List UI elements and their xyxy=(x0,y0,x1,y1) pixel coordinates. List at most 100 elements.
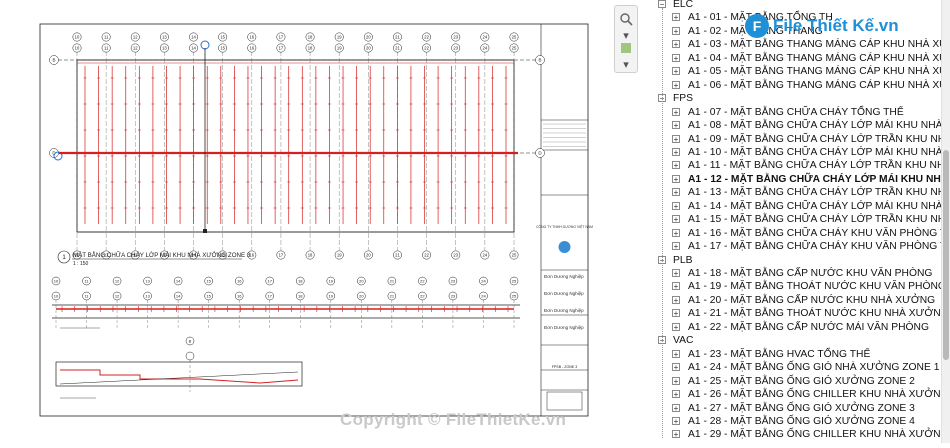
expand-icon[interactable]: + xyxy=(672,376,680,385)
tree-group[interactable]: − PLB xyxy=(648,254,941,267)
site-logo: F File Thiết Kế.vn xyxy=(745,14,915,40)
title-block-label: Đơn Dương Nghiệp xyxy=(544,325,584,330)
expand-icon[interactable]: + xyxy=(672,403,680,412)
expand-icon[interactable]: + xyxy=(672,40,680,49)
tree-item[interactable]: + A1 - 24 - MẶT BẰNG ỐNG GIÓ NHÀ XƯỞNG ZO… xyxy=(648,361,941,374)
drawing-canvas[interactable]: CÔNG TY TNHH DƯƠNG VIỆT NAM Đơn Dương Ngh… xyxy=(0,0,610,443)
tree-guide-line xyxy=(662,8,663,438)
grid-label: 19 xyxy=(337,46,342,51)
tree-label: A1 - 20 - MẶT BẰNG CẤP NƯỚC KHU NHÀ XƯỞN… xyxy=(688,294,936,306)
tree-item[interactable]: + A1 - 15 - MẶT BẰNG CHỮA CHÁY LỚP TRẦN K… xyxy=(648,213,941,226)
grid-label: 17 xyxy=(279,35,284,40)
chevron-down-icon[interactable]: ▾ xyxy=(618,57,634,73)
tree-item[interactable]: + A1 - 23 - MẶT BẰNG HVAC TỔNG THỂ xyxy=(648,348,941,361)
tree-item[interactable]: + A1 - 09 - MẶT BẰNG CHỮA CHÁY LỚP TRẦN K… xyxy=(648,133,941,146)
tree-item[interactable]: + A1 - 27 - MẶT BẰNG ỐNG GIÓ XƯỞNG ZONE 3 xyxy=(648,402,941,415)
tree-group[interactable]: − ELC xyxy=(648,0,941,11)
expand-icon[interactable]: + xyxy=(672,201,680,210)
expand-icon[interactable]: + xyxy=(672,416,680,425)
expand-icon[interactable]: + xyxy=(672,282,680,291)
tree-item[interactable]: + A1 - 06 - MẶT BẰNG THANG MÁNG CÁP KHU N… xyxy=(648,79,941,92)
tree-item[interactable]: + A1 - 12 - MẶT BẰNG CHỮA CHÁY LỚP MÁI KH… xyxy=(648,173,941,186)
grid-label: 17 xyxy=(268,279,273,284)
expand-icon[interactable]: + xyxy=(672,147,680,156)
tree-item[interactable]: + A1 - 11 - MẶT BẰNG CHỮA CHÁY LỚP TRẦN K… xyxy=(648,159,941,172)
tree-item[interactable]: + A1 - 03 - MẶT BẰNG THANG MÁNG CÁP KHU N… xyxy=(648,38,941,51)
grid-label: 24 xyxy=(483,46,488,51)
tree-group[interactable]: − FPS xyxy=(648,92,941,105)
row-label: B xyxy=(538,58,541,63)
grid-label: 21 xyxy=(390,294,395,299)
tree-item[interactable]: + A1 - 04 - MẶT BẰNG THANG MÁNG CÁP KHU N… xyxy=(648,52,941,65)
expand-icon[interactable]: + xyxy=(672,228,680,237)
tree-item[interactable]: + A1 - 25 - MẶT BẰNG ỐNG GIÓ XƯỞNG ZONE 2 xyxy=(648,375,941,388)
grid-label: 11 xyxy=(104,46,109,51)
logo-mark: F xyxy=(745,14,769,38)
grid-label: 16 xyxy=(237,279,242,284)
expand-icon[interactable]: + xyxy=(672,269,680,278)
tree-item[interactable]: + A1 - 14 - MẶT BẰNG CHỮA CHÁY LỚP MÁI KH… xyxy=(648,200,941,213)
tree-item[interactable]: + A1 - 05 - MẶT BẰNG THANG MÁNG CÁP KHU N… xyxy=(648,65,941,78)
expand-icon[interactable]: + xyxy=(672,174,680,183)
expand-icon[interactable]: + xyxy=(672,67,680,76)
browser-scrollbar[interactable] xyxy=(941,0,950,443)
tree-label: A1 - 24 - MẶT BẰNG ỐNG GIÓ NHÀ XƯỞNG ZON… xyxy=(688,362,940,374)
collapse-icon[interactable]: − xyxy=(658,0,666,9)
expand-icon[interactable]: + xyxy=(672,430,680,439)
zoom-icon[interactable] xyxy=(618,12,634,28)
tree-item[interactable]: + A1 - 10 - MẶT BẰNG CHỮA CHÁY LỚP MÁI KH… xyxy=(648,146,941,159)
tree-item[interactable]: + A1 - 28 - MẶT BẰNG ỐNG GIÓ XƯỞNG ZONE 4 xyxy=(648,415,941,428)
grid-label: 22 xyxy=(424,253,429,258)
tree-item[interactable]: + A1 - 20 - MẶT BẰNG CẤP NƯỚC KHU NHÀ XƯỞ… xyxy=(648,294,941,307)
expand-icon[interactable]: + xyxy=(672,390,680,399)
grid-label: 13 xyxy=(145,279,150,284)
expand-icon[interactable]: + xyxy=(672,80,680,89)
tree-label: A1 - 25 - MẶT BẰNG ỐNG GIÓ XƯỞNG ZONE 2 xyxy=(688,375,915,387)
grid-label: 13 xyxy=(162,35,167,40)
title-block-label: Đơn Dương Nghiệp xyxy=(544,274,584,279)
expand-icon[interactable]: + xyxy=(672,322,680,331)
expand-icon[interactable]: + xyxy=(672,161,680,170)
expand-icon[interactable]: + xyxy=(672,309,680,318)
expand-icon[interactable]: + xyxy=(672,121,680,130)
expand-icon[interactable]: + xyxy=(672,13,680,22)
grid-bubble xyxy=(185,351,195,361)
grid-label: 22 xyxy=(424,46,429,51)
tree-item[interactable]: + A1 - 08 - MẶT BẰNG CHỮA CHÁY LỚP MÁI KH… xyxy=(648,119,941,132)
tree-item[interactable]: + A1 - 18 - MẶT BẰNG CẤP NƯỚC KHU VĂN PHÒ… xyxy=(648,267,941,280)
expand-icon[interactable]: + xyxy=(672,363,680,372)
tree-label: A1 - 28 - MẶT BẰNG ỐNG GIÓ XƯỞNG ZONE 4 xyxy=(688,415,915,427)
expand-icon[interactable]: + xyxy=(672,295,680,304)
scrollbar-thumb[interactable] xyxy=(943,150,949,360)
expand-icon[interactable]: + xyxy=(672,53,680,62)
tree-item[interactable]: + A1 - 26 - MẶT BẰNG ỐNG CHILLER KHU NHÀ … xyxy=(648,388,941,401)
pan-icon[interactable] xyxy=(618,42,634,58)
expand-icon[interactable]: + xyxy=(672,349,680,358)
tree-item[interactable]: + A1 - 16 - MẶT BẰNG CHỮA CHÁY KHU VĂN PH… xyxy=(648,227,941,240)
expand-icon[interactable]: + xyxy=(672,188,680,197)
expand-icon[interactable]: + xyxy=(672,26,680,35)
company-logo xyxy=(558,241,571,253)
grid-label: 15 xyxy=(206,294,211,299)
tree-item[interactable]: + A1 - 17 - MẶT BẰNG CHỮA CHÁY KHU VĂN PH… xyxy=(648,240,941,253)
tree-group[interactable]: − VAC xyxy=(648,334,941,347)
tree-label: A1 - 26 - MẶT BẰNG ỐNG CHILLER KHU NHÀ X… xyxy=(688,389,941,401)
expand-icon[interactable]: + xyxy=(672,134,680,143)
grid-label: 11 xyxy=(104,35,109,40)
grid-label: 18 xyxy=(308,253,313,258)
tree-item[interactable]: + A1 - 29 - MẶT BẰNG ỐNG CHILLER KHU NHÀ … xyxy=(648,428,941,441)
tree-item[interactable]: + A1 - 07 - MẶT BẰNG CHỮA CHÁY TỔNG THỂ xyxy=(648,106,941,119)
tree-item[interactable]: + A1 - 22 - MẶT BẰNG CẤP NƯỚC MÁI VĂN PHÒ… xyxy=(648,321,941,334)
expand-icon[interactable]: + xyxy=(672,107,680,116)
expand-icon[interactable]: + xyxy=(672,215,680,224)
tree-label: A1 - 12 - MẶT BẰNG CHỮA CHÁY LỚP MÁI KHU… xyxy=(688,173,941,185)
tree-item[interactable]: + A1 - 21 - MẶT BẰNG THOÁT NƯỚC KHU NHÀ X… xyxy=(648,307,941,320)
tree-label: A1 - 10 - MẶT BẰNG CHỮA CHÁY LỚP MÁI KHU… xyxy=(688,146,941,158)
grid-label: 20 xyxy=(359,279,364,284)
grid-label: 21 xyxy=(395,253,400,258)
tree-item[interactable]: + A1 - 19 - MẶT BẰNG THOÁT NƯỚC KHU VĂN P… xyxy=(648,280,941,293)
grid-label: 17 xyxy=(279,46,284,51)
tree-item[interactable]: + A1 - 13 - MẶT BẰNG CHỮA CHÁY LỚP TRẦN K… xyxy=(648,186,941,199)
expand-icon[interactable]: + xyxy=(672,242,680,251)
grid-label: 12 xyxy=(133,46,138,51)
